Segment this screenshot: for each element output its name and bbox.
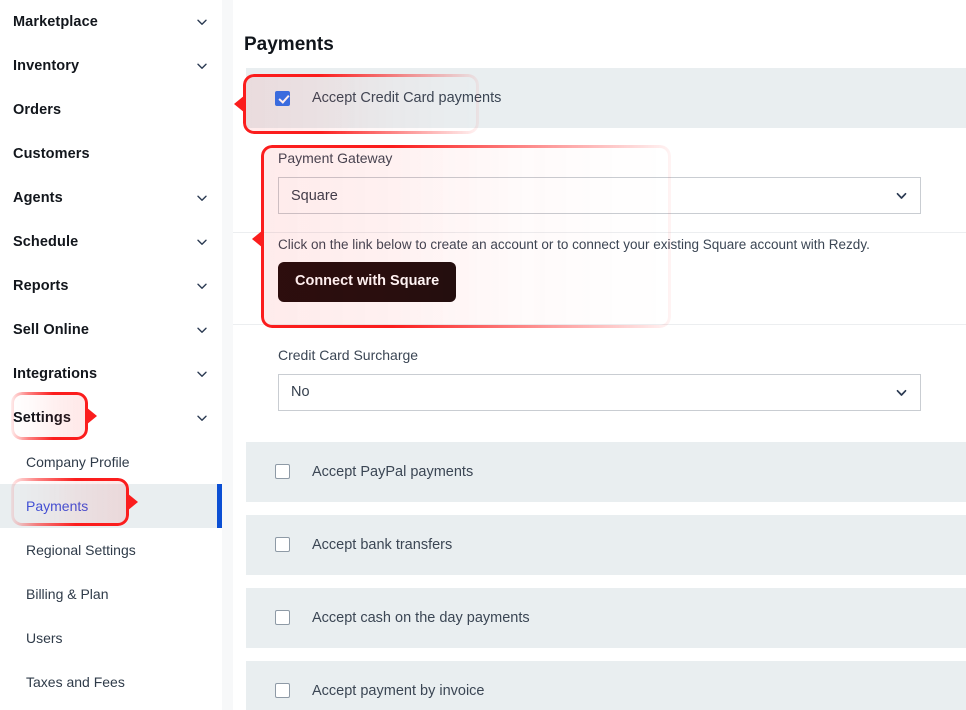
sidebar-item-label: Schedule (13, 234, 79, 250)
chevron-down-icon (895, 189, 908, 202)
chevron-down-icon[interactable] (196, 60, 208, 72)
sidebar-item-customers[interactable]: Customers (0, 132, 222, 176)
accept-paypal-row[interactable]: Accept PayPal payments (246, 441, 966, 502)
accept-credit-card-checkbox[interactable] (275, 90, 290, 106)
chevron-down-icon[interactable] (196, 280, 208, 292)
payments-settings-screen: Marketplace Inventory Orders Customers A… (0, 0, 966, 710)
sidebar-item-regional-settings[interactable]: Regional Settings (0, 528, 222, 572)
accept-cash-on-day-label: Accept cash on the day payments (312, 609, 530, 626)
sidebar-item-sell-online[interactable]: Sell Online (0, 308, 222, 352)
sidebar-item-taxes-and-fees[interactable]: Taxes and Fees (0, 660, 222, 704)
sidebar-item-company-profile[interactable]: Company Profile (0, 440, 222, 484)
accept-cash-on-day-checkbox[interactable] (275, 610, 290, 625)
sidebar-item-label: Marketplace (13, 14, 98, 30)
sidebar-item-label: Integrations (13, 366, 98, 382)
payments-panel: Payments Accept Credit Card payments Pay… (233, 0, 966, 710)
chevron-down-icon[interactable] (196, 368, 208, 380)
sidebar-item-users[interactable]: Users (0, 616, 222, 660)
sidebar-subitem-label: Regional Settings (26, 542, 136, 558)
credit-card-surcharge-value: No (291, 384, 310, 400)
payment-gateway-label: Payment Gateway (278, 150, 393, 166)
accept-paypal-label: Accept PayPal payments (312, 463, 474, 480)
sidebar-item-marketplace[interactable]: Marketplace (0, 0, 222, 44)
sidebar-navigation: Marketplace Inventory Orders Customers A… (0, 0, 222, 710)
accept-cash-on-day-row[interactable]: Accept cash on the day payments (246, 587, 966, 648)
sidebar-subitem-label: Company Profile (26, 454, 130, 470)
accept-invoice-checkbox[interactable] (275, 683, 290, 698)
sidebar-item-schedule[interactable]: Schedule (0, 220, 222, 264)
sidebar-item-orders[interactable]: Orders (0, 88, 222, 132)
main-content: Payments Accept Credit Card payments Pay… (222, 0, 966, 710)
chevron-down-icon[interactable] (196, 192, 208, 204)
accept-bank-transfers-label: Accept bank transfers (312, 536, 453, 553)
accept-credit-card-label: Accept Credit Card payments (312, 90, 502, 106)
connect-square-helper-text: Click on the link below to create an acc… (278, 237, 870, 252)
sidebar-item-reports[interactable]: Reports (0, 264, 222, 308)
accept-bank-transfers-row[interactable]: Accept bank transfers (246, 514, 966, 575)
accept-paypal-checkbox[interactable] (275, 464, 290, 479)
accept-invoice-row[interactable]: Accept payment by invoice (246, 660, 966, 710)
sidebar-item-integrations[interactable]: Integrations (0, 352, 222, 396)
credit-card-surcharge-block: Credit Card Surcharge No (233, 324, 966, 429)
payment-gateway-value: Square (291, 187, 338, 204)
credit-card-surcharge-label: Credit Card Surcharge (278, 346, 419, 363)
sidebar-item-agents[interactable]: Agents (0, 176, 222, 220)
accept-credit-card-row[interactable]: Accept Credit Card payments (246, 68, 966, 128)
page-title: Payments (244, 34, 334, 55)
sidebar-item-label: Sell Online (13, 322, 90, 338)
sidebar-item-settings[interactable]: Settings (0, 396, 222, 440)
accept-bank-transfers-checkbox[interactable] (275, 537, 290, 552)
sidebar-item-label: Inventory (13, 58, 80, 74)
sidebar-item-label: Orders (13, 102, 62, 118)
chevron-down-icon (895, 386, 908, 399)
chevron-down-icon[interactable] (196, 412, 208, 424)
sidebar-item-inventory[interactable]: Inventory (0, 44, 222, 88)
connect-with-square-button[interactable]: Connect with Square (278, 262, 457, 302)
accept-invoice-label: Accept payment by invoice (312, 682, 485, 699)
sidebar-item-label: Customers (13, 146, 90, 162)
sidebar-item-label: Reports (13, 278, 69, 294)
payment-gateway-block: Payment Gateway Square (233, 128, 966, 233)
chevron-down-icon[interactable] (196, 236, 208, 248)
sidebar-subitem-label: Taxes and Fees (26, 674, 125, 690)
sidebar-item-billing-plan[interactable]: Billing & Plan (0, 572, 222, 616)
sidebar-subitem-label: Users (26, 630, 63, 646)
chevron-down-icon[interactable] (196, 324, 208, 336)
sidebar-subitem-label: Billing & Plan (26, 586, 109, 602)
sidebar-subitem-label: Payments (26, 498, 89, 514)
sidebar-item-payments[interactable]: Payments (0, 484, 222, 528)
chevron-down-icon[interactable] (196, 16, 208, 28)
sidebar-item-label: Settings (13, 410, 71, 426)
credit-card-surcharge-select[interactable]: No (278, 373, 921, 411)
sidebar-item-label: Agents (13, 190, 63, 206)
connect-square-block: Click on the link below to create an acc… (233, 233, 966, 325)
payment-gateway-select[interactable]: Square (278, 177, 921, 214)
